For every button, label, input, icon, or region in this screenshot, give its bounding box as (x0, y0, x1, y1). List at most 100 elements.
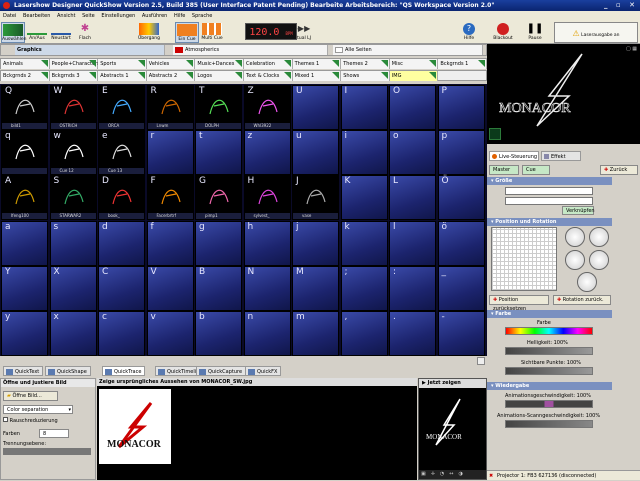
transition-button[interactable]: Übergang (136, 22, 162, 43)
category-shows[interactable]: Shows (341, 71, 390, 81)
rotation-knob-y[interactable] (589, 227, 609, 247)
category-themes-2[interactable]: Themes 2 (341, 59, 390, 69)
cue-cell[interactable]: Ö (437, 175, 485, 221)
anim-speed-slider[interactable] (505, 400, 593, 408)
category-sports[interactable]: Sports (98, 59, 147, 69)
position-rotation-section[interactable]: ▾ Position und Rotation (487, 218, 612, 226)
rotation-knob-speed[interactable] (589, 250, 609, 270)
cue-cell[interactable]: p (437, 130, 485, 176)
cue-cell[interactable]: Qbild1 (1, 85, 48, 130)
cue-cell[interactable]: r (146, 130, 194, 176)
cue-cell[interactable]: v (146, 311, 194, 356)
cue-cell[interactable]: ö (437, 220, 485, 266)
cue-cell[interactable]: e Cue 13 (98, 130, 145, 176)
cue-cell[interactable]: t (195, 130, 242, 176)
cue-cell[interactable]: c (98, 311, 145, 356)
master-button[interactable]: Master (489, 165, 519, 175)
rotation-knob-x[interactable] (565, 227, 585, 247)
menu-datei[interactable]: Datei (3, 13, 16, 19)
bpm-display[interactable]: 120.0 BPM (245, 23, 297, 40)
window-controls[interactable]: _ ▫ ✕ (604, 0, 638, 11)
category-vehicles[interactable]: Vehicles (146, 59, 196, 69)
menu-ansicht[interactable]: Ansicht (57, 13, 75, 19)
size-y-slider[interactable] (505, 197, 593, 205)
pause-button[interactable]: ❚❚ Pause (524, 22, 546, 43)
category-mixed-1[interactable]: Mixed 1 (292, 71, 342, 81)
cue-cell[interactable]: S STARWAR2 (49, 175, 97, 221)
cue-cell[interactable]: F Facerbrtrf (146, 175, 194, 221)
cue-cell[interactable]: z (243, 130, 291, 176)
menu-seite[interactable]: Seite (82, 13, 95, 19)
tab-effect[interactable]: Effekt (541, 151, 581, 161)
cue-cell[interactable]: l (389, 220, 436, 266)
tab-quickcapture[interactable]: QuickCapture (196, 366, 247, 376)
page-atmospherics[interactable]: Atmospherics (173, 45, 328, 55)
category-logos[interactable]: Logos (195, 71, 244, 81)
flash-button[interactable]: ✱ Flach (74, 22, 96, 43)
tab-quicktrace[interactable]: QuickTrace (102, 366, 146, 376)
colors-spinner[interactable]: 8 (39, 429, 69, 438)
category-abstracts-2[interactable]: Abstracts 2 (146, 71, 196, 81)
page-graphics[interactable]: Graphics (15, 45, 165, 55)
category-bckgrnds-3[interactable]: Bckgrnds 3 (49, 71, 99, 81)
category-celebration[interactable]: Celebration (244, 59, 293, 69)
separation-slider[interactable] (3, 448, 91, 455)
category-bckgrnds-1[interactable]: Bckgrnds 1 (438, 59, 487, 69)
cue-cell[interactable]: Gpimp1 (195, 175, 242, 221)
cue-cell[interactable]: N (243, 265, 291, 311)
cue-cell[interactable]: X (49, 265, 97, 311)
cue-cell[interactable]: x (49, 311, 97, 356)
rotation-knob-z[interactable] (565, 250, 585, 270)
preview-controls[interactable]: ▣✛◔↔◑ (419, 470, 486, 479)
back-button[interactable]: ✚ Zurück (600, 165, 638, 175)
cue-cell[interactable]: : (389, 265, 436, 311)
cue-cell[interactable]: n (243, 311, 291, 356)
cue-cell[interactable]: O (389, 85, 436, 130)
menu-einstellungen[interactable]: Einstellungen (101, 13, 135, 19)
cue-cell[interactable]: Z Whl3922 (243, 85, 291, 130)
cue-cell[interactable]: a (1, 220, 48, 266)
link-button[interactable]: Verknüpfen (562, 206, 595, 215)
anim-scan-slider[interactable] (505, 420, 593, 428)
cue-cell[interactable]: b (195, 311, 242, 356)
cue-cell[interactable]: u (292, 130, 339, 176)
category-music-dances[interactable]: Music+Dances (195, 59, 244, 69)
cue-cell[interactable]: L (389, 175, 436, 221)
cue-cell[interactable]: M (292, 265, 339, 311)
help-button[interactable]: ? Hilfe (458, 22, 480, 43)
cue-cell[interactable]: Jvase (292, 175, 339, 221)
category-bckgrnds-2[interactable]: Bckgrnds 2 (1, 71, 50, 81)
category-misc[interactable]: Misc (389, 59, 439, 69)
category-people-characters[interactable]: People+Characters (49, 59, 100, 69)
menu-ausfuehren[interactable]: Ausführen (142, 13, 167, 19)
size-section[interactable]: ▾ Größe (487, 177, 612, 185)
show-now-button[interactable]: ▶ Jetzt zeigen (419, 379, 486, 388)
menu-sprache[interactable]: Sprache (192, 13, 212, 19)
single-cue-button[interactable]: Ein Cue (175, 22, 199, 43)
cue-cell[interactable]: i (340, 130, 388, 176)
cue-cell[interactable]: V (146, 265, 194, 311)
cue-cell[interactable]: h (243, 220, 291, 266)
category-img[interactable]: IMG (389, 71, 439, 81)
tab-quickfx[interactable]: QuickFX (245, 366, 282, 376)
playback-section[interactable]: ▾ Wiedergabe (487, 382, 612, 390)
cue-cell[interactable]: . (389, 311, 436, 356)
category-themes-1[interactable]: Themes 1 (292, 59, 342, 69)
restart-button[interactable]: Neustart (49, 22, 73, 43)
cue-cell[interactable]: , (340, 311, 388, 356)
cue-cell[interactable]: P (437, 85, 485, 130)
cue-cell[interactable]: W OSTRICH (49, 85, 97, 130)
size-x-slider[interactable] (505, 187, 593, 195)
preview-window-buttons[interactable]: ▢ ▦ (626, 46, 637, 52)
category-abstracts-1[interactable]: Abstracts 1 (98, 71, 147, 81)
cue-cell[interactable]: T DOLPH (195, 85, 242, 130)
color-slider[interactable] (505, 327, 593, 335)
cue-cell[interactable]: w Cue 12 (49, 130, 97, 176)
cue-cell[interactable]: E ORCA (98, 85, 145, 130)
cue-cell[interactable]: R Lnwm (146, 85, 194, 130)
cue-cell[interactable]: j (292, 220, 339, 266)
visible-points-slider[interactable] (505, 367, 593, 375)
cue-cell[interactable]: _ (437, 265, 485, 311)
rotation-reset-button[interactable]: ✚ Rotation zurück. (553, 295, 611, 305)
menu-bearbeiten[interactable]: Bearbeiten (23, 13, 50, 19)
